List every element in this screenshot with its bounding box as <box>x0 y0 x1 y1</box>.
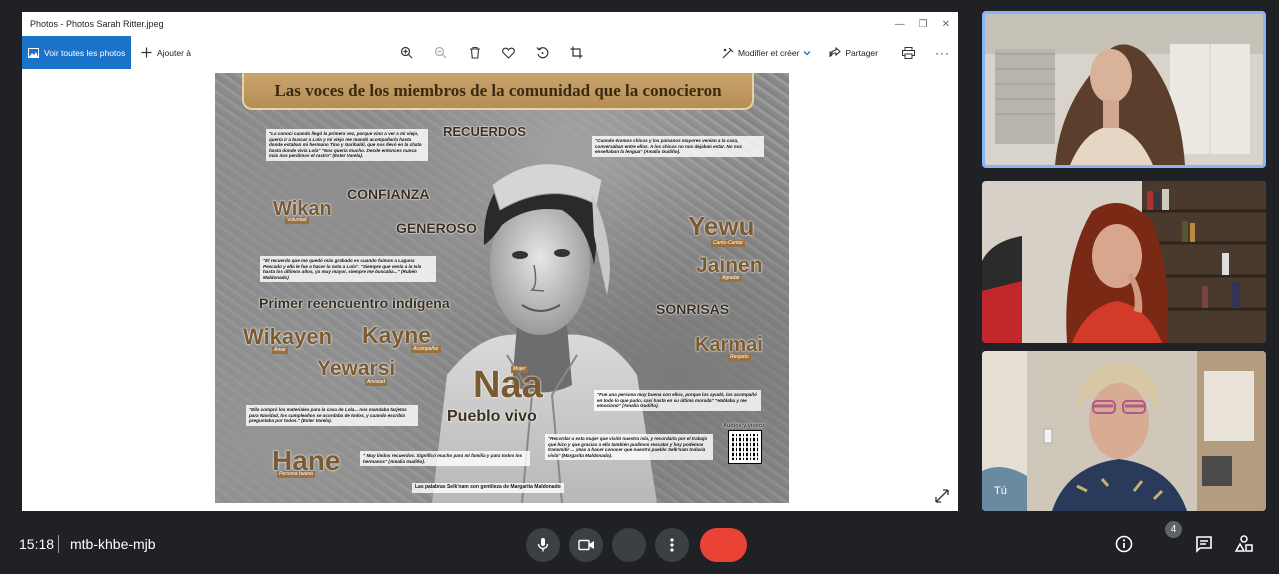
add-to-button[interactable]: Ajouter à <box>141 47 191 58</box>
word-jainen: Jainen <box>696 254 763 277</box>
word-jainen-sub: Agradar <box>720 275 742 282</box>
window-titlebar: Photos - Photos Sarah Ritter.jpeg — ❐ ✕ <box>22 12 958 36</box>
word-wikan-sub: Voluntad <box>285 217 309 224</box>
poster-credit: Las palabras Selk'nam son gentileza de M… <box>412 483 564 493</box>
word-sonrisas: SONRISAS <box>656 301 730 317</box>
poster-banner-title: Las voces de los miembros de la comunida… <box>274 80 722 100</box>
clock-separator <box>58 535 59 553</box>
trash-icon[interactable] <box>466 44 483 61</box>
info-icon <box>1115 535 1133 553</box>
chat-icon <box>1196 536 1212 553</box>
photo-icon <box>28 47 39 58</box>
window-controls: — ❐ ✕ <box>895 12 950 36</box>
audios-label: Audios y videos <box>723 423 766 429</box>
right-tools: Modifier et créer Partager ··· <box>722 36 950 69</box>
word-primer-reencuentro: Primer reencuentro indígena <box>259 295 450 311</box>
camera-icon <box>577 539 594 551</box>
edit-tools <box>398 36 585 69</box>
zoom-in-icon[interactable] <box>398 44 415 61</box>
quote-ruben: "El recuerdo que me quedó más grabado es… <box>260 256 436 283</box>
poster-image: Las voces de los miembros de la comunida… <box>215 73 789 503</box>
meeting-control-bar: 15:18 mtb-khbe-mjb 4 <box>0 520 1279 574</box>
word-naa-sub: Mujer <box>511 366 528 373</box>
edit-create-label: Modifier et créer <box>737 47 800 58</box>
word-wikan: Wikan <box>273 198 332 220</box>
meeting-info-button[interactable] <box>1111 531 1137 557</box>
minimize-icon[interactable]: — <box>895 19 905 30</box>
more-options-meeting-button[interactable] <box>655 528 689 562</box>
microphone-button[interactable] <box>526 528 560 562</box>
word-yewarsi: Yewarsi <box>317 357 396 380</box>
quote-ester-2: "Ella compró los materiales para la casa… <box>246 405 418 426</box>
add-to-label: Ajouter à <box>157 47 192 58</box>
rotate-icon[interactable] <box>534 44 551 61</box>
self-view-label: Tú <box>994 485 1007 497</box>
word-kayne-sub: Acompañar <box>411 346 441 353</box>
see-all-photos-label: Voir toutes les photos <box>44 47 126 58</box>
print-button[interactable] <box>902 46 915 59</box>
word-recuerdos: RECUERDOS <box>443 124 527 139</box>
see-all-photos-button[interactable]: Voir toutes les photos <box>22 36 131 69</box>
word-pueblo-vivo: Pueblo vivo <box>447 408 537 425</box>
present-button[interactable] <box>612 528 646 562</box>
word-kayne: Kayne <box>362 322 432 348</box>
share-label: Partager <box>845 47 878 58</box>
chevron-down-icon <box>803 50 811 55</box>
qr-code <box>728 430 762 464</box>
crop-icon[interactable] <box>568 44 585 61</box>
meeting-code: mtb-khbe-mjb <box>70 536 156 552</box>
quote-amalia-1: "Cuando éramos chicos y los paisanos may… <box>592 136 764 157</box>
word-yewarsi-sub: Amistad <box>365 379 388 386</box>
meeting-clock: 15:18 <box>19 536 55 552</box>
quote-amalia-3: " Muy lindos recuerdos. Significó mucho … <box>360 451 530 467</box>
word-karmai-sub: Respeto <box>728 354 751 361</box>
activities-button[interactable] <box>1231 531 1257 557</box>
plus-icon <box>141 47 152 58</box>
close-icon[interactable]: ✕ <box>942 19 950 30</box>
word-wikayen-sub: Amar <box>272 347 288 354</box>
participant-video-1 <box>985 14 1263 165</box>
participant-tile-1[interactable] <box>982 11 1266 168</box>
share-icon <box>829 47 842 57</box>
participant-tile-2[interactable] <box>982 181 1266 343</box>
edit-create-button[interactable]: Modifier et créer <box>722 47 811 59</box>
participant-video-3 <box>982 351 1266 511</box>
word-naa: Naa <box>473 364 543 406</box>
camera-button[interactable] <box>569 528 603 562</box>
quote-amalia-2: "Fue una persona muy buena con ellos, po… <box>594 390 761 411</box>
word-hane-sub: Persona buena <box>277 471 315 478</box>
print-icon <box>902 46 915 59</box>
chat-button[interactable] <box>1191 531 1217 557</box>
poster-banner: Las voces de los miembros de la comunida… <box>242 73 754 110</box>
expand-icon[interactable] <box>935 489 949 503</box>
participant-tile-3[interactable]: Tú <box>982 351 1266 511</box>
heart-icon[interactable] <box>500 44 517 61</box>
word-yewu: Yewu <box>688 211 755 241</box>
zoom-out-icon[interactable] <box>432 44 449 61</box>
more-horizontal-icon: ··· <box>935 45 950 60</box>
shared-screen: Photos - Photos Sarah Ritter.jpeg — ❐ ✕ … <box>22 12 958 511</box>
word-yewu-sub: Canto-Cantar <box>711 240 746 247</box>
more-vertical-icon <box>670 538 674 552</box>
restore-icon[interactable]: ❐ <box>919 19 928 30</box>
more-options-button[interactable]: ··· <box>935 46 950 60</box>
microphone-icon <box>537 538 549 552</box>
quote-margarita: "Recordar a esta mujer que visitó nuestr… <box>545 434 713 461</box>
magic-wand-icon <box>722 47 734 58</box>
share-button[interactable]: Partager <box>829 47 878 58</box>
participant-video-2 <box>982 181 1266 343</box>
participants-count-badge: 4 <box>1165 521 1182 538</box>
photos-toolbar: Voir toutes les photos Ajouter à Modifie… <box>22 36 958 69</box>
activities-icon <box>1234 535 1253 552</box>
word-confianza: CONFIANZA <box>347 186 430 202</box>
word-wikayen: Wikayen <box>243 324 333 349</box>
window-title: Photos - Photos Sarah Ritter.jpeg <box>30 19 164 29</box>
end-call-button[interactable] <box>700 528 747 562</box>
word-karmai: Karmai <box>695 334 763 356</box>
quote-ester-1: "La conocí cuando llegó la primera vez, … <box>266 129 428 161</box>
word-generoso: GENEROSO <box>396 220 477 236</box>
